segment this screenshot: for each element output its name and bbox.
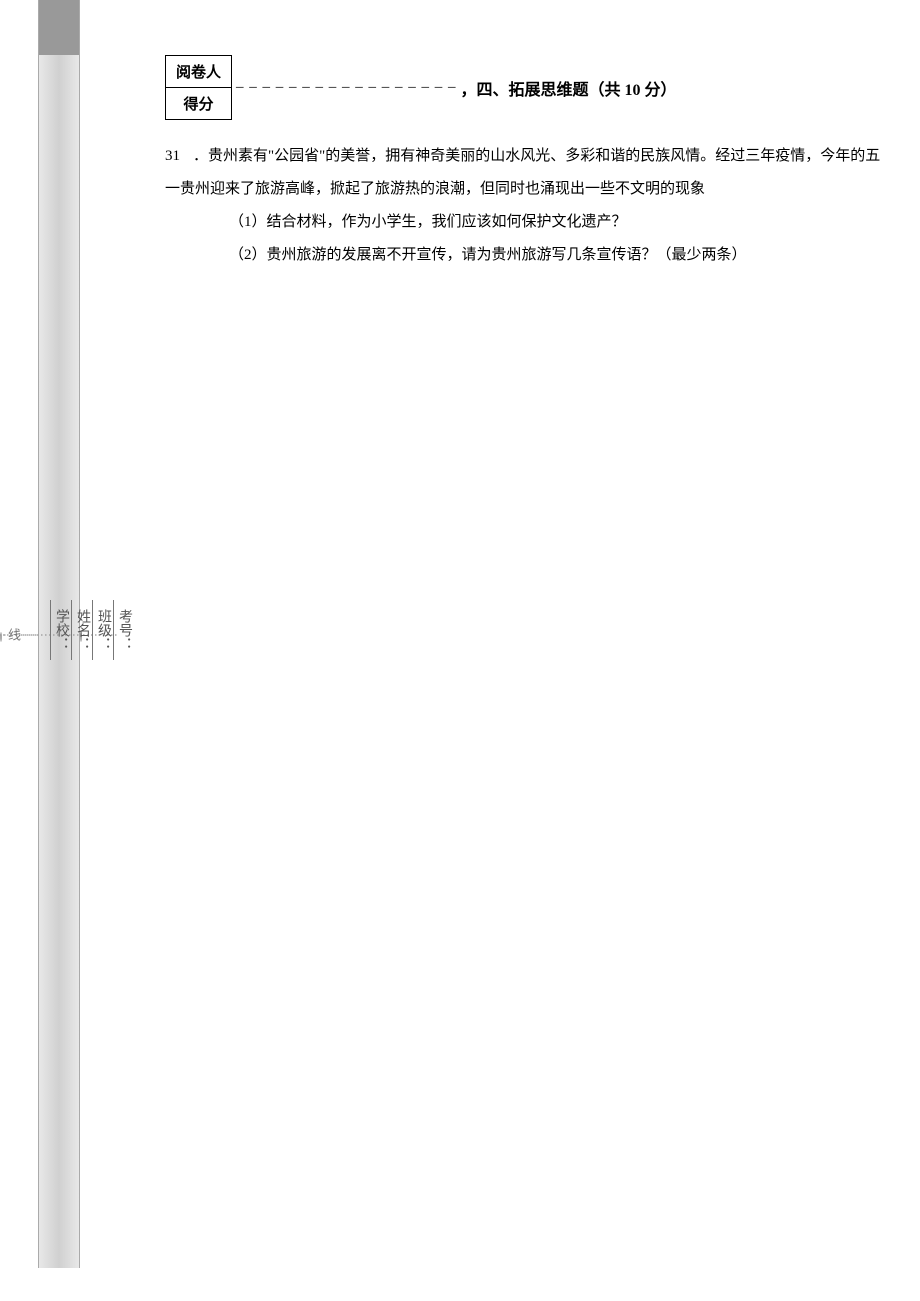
strip-dark-header xyxy=(39,0,79,55)
section-title-prefix: ，四、拓展思维题（共 xyxy=(461,82,625,99)
score-label: 得分 xyxy=(166,88,231,119)
question-intro: 31．贵州素有"公园省"的美誉，拥有神奇美丽的山水风光、多彩和谐的民族风情。经过… xyxy=(165,140,885,206)
student-info-fields: 考号： 班级： 姓名： 学校： xyxy=(50,350,134,910)
question-intro-text: 贵州素有"公园省"的美誉，拥有神奇美丽的山水风光、多彩和谐的民族风情。经过三年疫… xyxy=(165,148,880,197)
examno-label: 考号： xyxy=(114,609,134,651)
content-area: 阅卷人 得分 – – – – – – – – – – – – – – – – –… xyxy=(165,55,885,272)
sub-question-2: （2）贵州旅游的发展离不开宣传，请为贵州旅游写几条宣传语？（最少两条） xyxy=(165,239,885,272)
section-title-suffix: 分） xyxy=(641,82,677,99)
section-dashes: – – – – – – – – – – – – – – – – – xyxy=(236,79,457,96)
school-label: 学校： xyxy=(51,609,71,651)
section-title: ，四、拓展思维题（共 10 分） xyxy=(461,76,677,100)
section-title-points: 10 xyxy=(625,82,641,99)
question-dot: ． xyxy=(193,148,208,164)
section-header-row: 阅卷人 得分 – – – – – – – – – – – – – – – – –… xyxy=(165,55,885,120)
question-number: 31 xyxy=(165,140,193,173)
question-block: 31．贵州素有"公园省"的美誉，拥有神奇美丽的山水风光、多彩和谐的民族风情。经过… xyxy=(165,140,885,272)
fold-xian-inner: 线 xyxy=(7,628,20,645)
sub-question-1: （1）结合材料，作为小学生，我们应该如何保护文化遗产？ xyxy=(165,206,885,239)
scorer-box: 阅卷人 得分 xyxy=(165,55,232,120)
name-label: 姓名： xyxy=(72,609,92,651)
class-label: 班级： xyxy=(93,609,113,651)
reader-label: 阅卷人 xyxy=(166,56,231,88)
